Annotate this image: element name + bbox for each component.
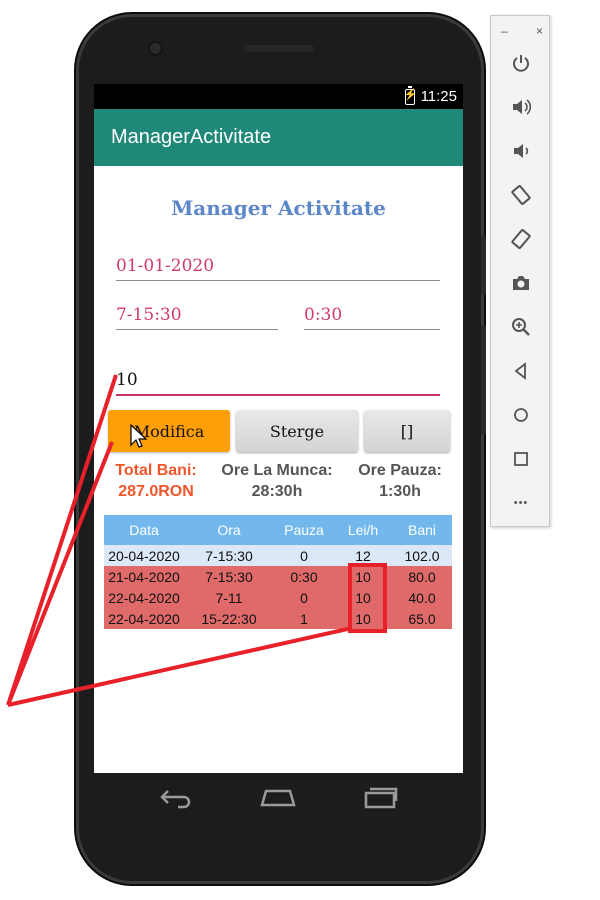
cell-date: 20-04-2020 [108, 547, 180, 564]
delete-button[interactable]: Sterge [236, 410, 358, 452]
header-hours: Ora [217, 522, 241, 538]
header-money: Bani [407, 522, 437, 538]
more-icon[interactable]: ••• [509, 491, 533, 515]
work-hours-summary: Ore La Munca: 28:30h [214, 462, 340, 501]
power-icon[interactable] [509, 51, 533, 75]
pause-hours-label: Ore Pauza: [358, 462, 442, 479]
close-icon[interactable]: × [536, 24, 543, 38]
cell-date: 22-04-2020 [108, 610, 180, 627]
pause-hours-value: 1:30h [379, 483, 421, 500]
total-money-value: 287.0RON [118, 483, 194, 500]
battery-charging-icon [404, 85, 417, 105]
back-icon[interactable] [156, 785, 192, 809]
header-rate: Lei/h [347, 522, 379, 538]
header-date: Data [129, 522, 159, 538]
rotate-left-icon[interactable] [509, 183, 533, 207]
earpiece-speaker [244, 45, 314, 52]
zoom-icon[interactable] [509, 315, 533, 339]
cell-money: 80.0 [408, 568, 436, 585]
cell-hours: 7-11 [215, 589, 243, 606]
overview-icon[interactable] [509, 447, 533, 471]
cell-date: 21-04-2020 [108, 568, 180, 585]
date-field[interactable]: 01-01-2020 [116, 256, 440, 281]
cell-pause: 0:30 [290, 568, 318, 585]
table-row[interactable]: 22-04-2020 7-11 0 10 40.0 [104, 587, 452, 608]
cell-pause: 0 [300, 547, 308, 564]
modify-button[interactable]: Modifica [108, 410, 230, 452]
cell-rate: 10 [355, 568, 371, 585]
app-bar: ManagerActivitate [94, 109, 463, 166]
cell-rate: 10 [355, 589, 371, 606]
table-row[interactable]: 22-04-2020 15-22:30 1 10 65.0 [104, 608, 452, 629]
minimize-icon[interactable]: – [501, 24, 508, 38]
window-controls: – × [501, 24, 543, 38]
volume-down-icon[interactable] [509, 139, 533, 163]
cell-money: 102.0 [404, 547, 440, 564]
app-title: ManagerActivitate [111, 126, 272, 148]
activity-table: Data Ora Pauza Lei/h Bani 20-04-2020 7-1… [104, 515, 452, 629]
status-bar: 11:25 [94, 84, 463, 109]
list-button[interactable]: [] [364, 410, 450, 452]
cell-pause: 1 [300, 610, 308, 627]
back-icon[interactable] [509, 359, 533, 383]
cell-hours: 7-15:30 [205, 568, 253, 585]
home-icon[interactable] [258, 785, 298, 809]
cell-money: 40.0 [408, 589, 436, 606]
front-camera [150, 43, 161, 54]
total-money-summary: Total Bani: 287.0RON [108, 462, 204, 501]
header-pause: Pauza [284, 522, 324, 538]
total-money-label: Total Bani: [115, 462, 197, 479]
cell-rate: 12 [355, 547, 371, 564]
hours-field[interactable]: 7-15:30 [116, 305, 278, 330]
pause-hours-summary: Ore Pauza: 1:30h [350, 462, 450, 501]
cell-date: 22-04-2020 [108, 589, 180, 606]
android-nav-bar [94, 773, 463, 823]
work-hours-label: Ore La Munca: [221, 462, 333, 479]
pause-field[interactable]: 0:30 [304, 305, 440, 330]
emulator-toolbar: – × ••• [490, 15, 550, 527]
volume-side-button [481, 325, 486, 435]
recents-icon[interactable] [362, 783, 400, 811]
device-screen: 11:25 ManagerActivitate Manager Activita… [94, 84, 463, 773]
power-side-button [481, 235, 486, 295]
status-time: 11:25 [420, 88, 457, 105]
cell-hours: 7-15:30 [205, 547, 253, 564]
cell-hours: 15-22:30 [201, 610, 257, 627]
rotate-right-icon[interactable] [509, 227, 533, 251]
home-icon[interactable] [509, 403, 533, 427]
rate-field[interactable]: 10 [116, 370, 440, 396]
cell-rate: 10 [355, 610, 371, 627]
page-title: Manager Activitate [171, 196, 386, 220]
work-hours-value: 28:30h [251, 483, 303, 500]
table-row[interactable]: 21-04-2020 7-15:30 0:30 10 80.0 [104, 566, 452, 587]
volume-up-icon[interactable] [509, 95, 533, 119]
camera-icon[interactable] [509, 271, 533, 295]
table-row[interactable]: 20-04-2020 7-15:30 0 12 102.0 [104, 545, 452, 566]
cell-pause: 0 [300, 589, 308, 606]
cell-money: 65.0 [408, 610, 436, 627]
table-header: Data Ora Pauza Lei/h Bani [104, 515, 452, 545]
